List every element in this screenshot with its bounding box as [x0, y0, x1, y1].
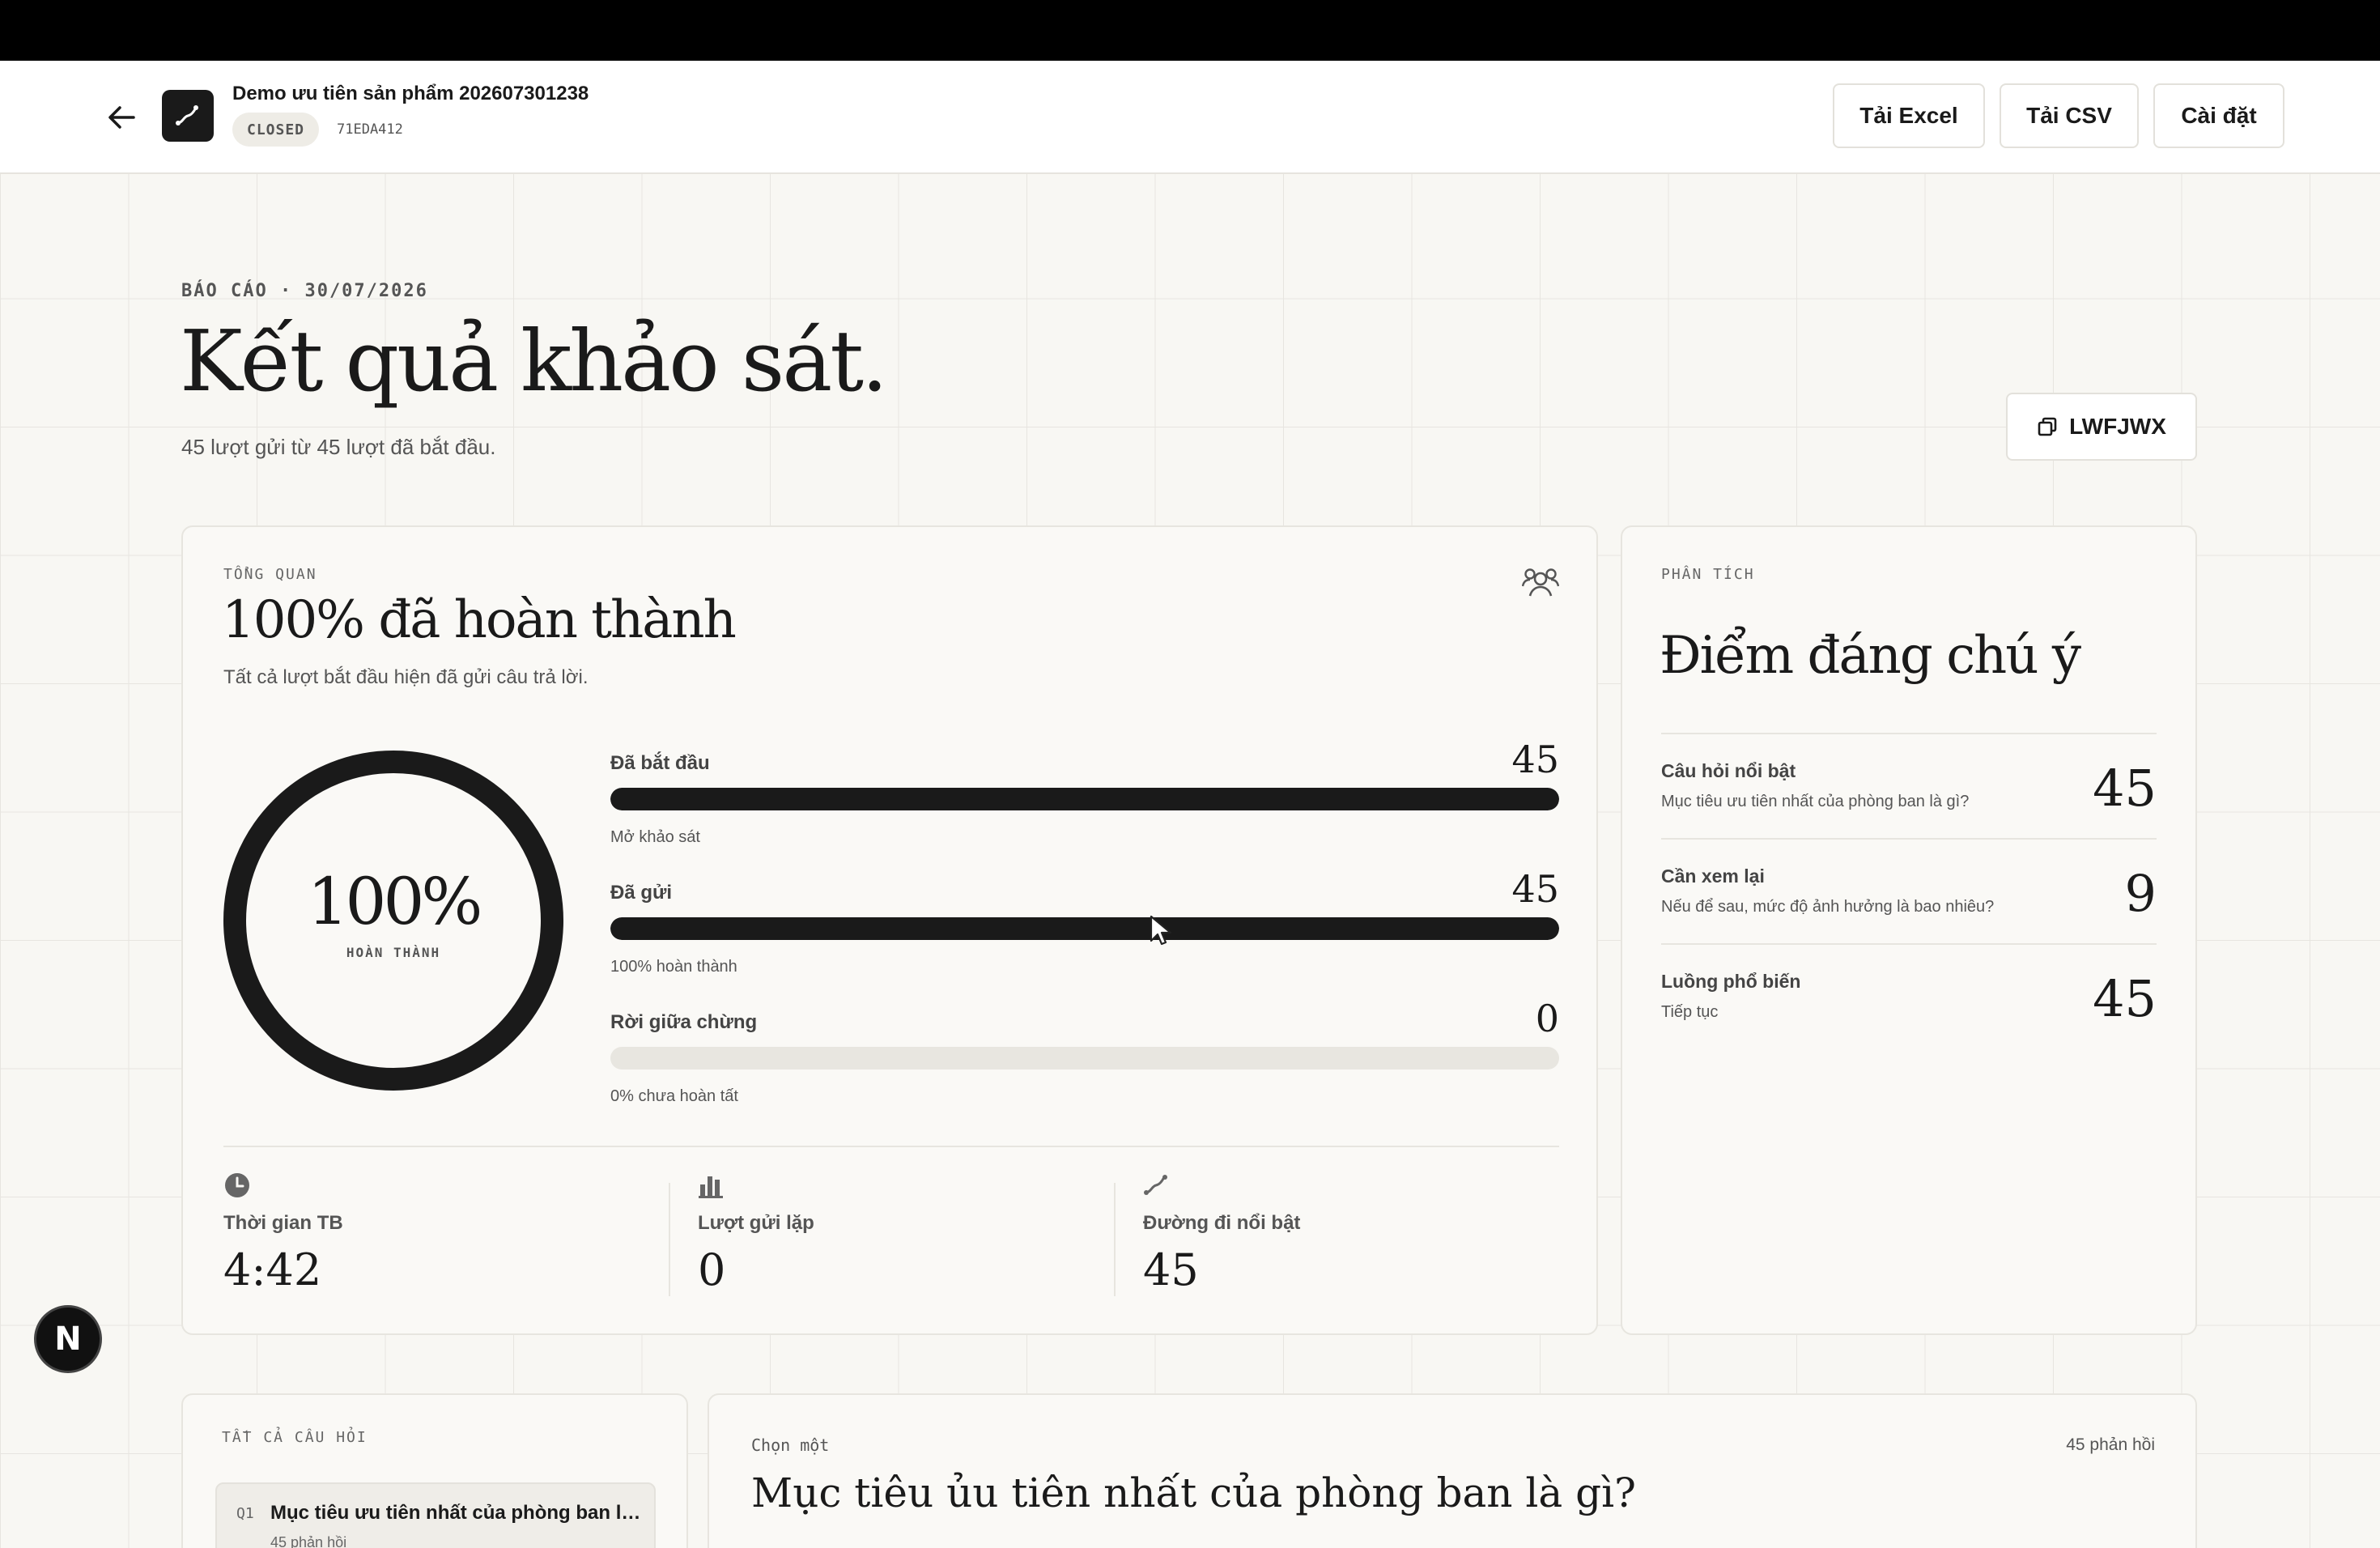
- metric-label: Đã gửi: [610, 882, 673, 904]
- insight-description: Nếu để sau, mức độ ảnh hưởng là bao nhiê…: [1661, 898, 1995, 916]
- question-item[interactable]: Q1 Mục tiêu ưu tiên nhất của phòng ban l…: [215, 1482, 656, 1548]
- question-detail-card: Chọn một 45 phản hồi Mục tiêu ủu tiên nh…: [708, 1393, 2197, 1548]
- analysis-label: PHÂN TÍCH: [1661, 566, 1755, 583]
- report-eyebrow: BÁO CÁO · 30/07/2026: [181, 281, 428, 301]
- route-icon: [1144, 1175, 1167, 1195]
- metric-value: 45: [1511, 867, 1559, 911]
- progress-fill: [610, 788, 1559, 810]
- overview-description: Tất cả lượt bắt đầu hiện đã gửi câu trả …: [223, 666, 589, 688]
- arrow-left-icon: [108, 106, 135, 129]
- download-csv-button[interactable]: Tải CSV: [2000, 83, 2139, 148]
- overview-card: TỔNG QUAN 100% đã hoàn thành Tất cả lượt…: [181, 525, 1598, 1335]
- copy-code-button[interactable]: LWFJWX: [2006, 393, 2197, 461]
- insight-description: Mục tiêu ưu tiên nhất của phòng ban là g…: [1661, 793, 1970, 810]
- users-icon: [1521, 566, 1560, 602]
- donut-value: 100%: [307, 864, 483, 939]
- metric-note: 100% hoàn thành: [610, 958, 737, 976]
- question-text: Mục tiêu ưu tiên nhất của phòng ban là g…: [270, 1502, 643, 1524]
- download-excel-button[interactable]: Tải Excel: [1833, 83, 1985, 148]
- question-number: Q1: [236, 1505, 254, 1522]
- insight-item[interactable]: Câu hỏi nổi bật Mục tiêu ưu tiên nhất củ…: [1661, 733, 2157, 838]
- insight-item[interactable]: Luồng phổ biến Tiếp tục 45: [1661, 943, 2157, 1048]
- divider: [223, 1146, 1559, 1147]
- analysis-card: PHÂN TÍCH Điểm đáng chú ý Câu hỏi nổi bậ…: [1621, 525, 2197, 1335]
- system-top-bar: [0, 0, 2380, 61]
- bar-chart-icon: [699, 1176, 723, 1198]
- stat-label: Lượt gửi lặp: [698, 1212, 814, 1234]
- questions-label: TẤT CẢ CÂU HỎI: [222, 1429, 368, 1446]
- insight-value: 45: [2093, 759, 2157, 818]
- question-title: Mục tiêu ủu tiên nhất của phòng ban là g…: [751, 1469, 1636, 1516]
- response-count: 45 phản hồi: [2066, 1435, 2155, 1454]
- dev-tools-badge[interactable]: N: [34, 1305, 102, 1373]
- survey-code: LWFJWX: [2069, 414, 2166, 439]
- insight-value: 45: [2093, 969, 2157, 1028]
- page-subtitle: 45 lượt gửi từ 45 lượt đã bắt đầu.: [181, 435, 496, 459]
- report-main: BÁO CÁO · 30/07/2026 Kết quả khảo sát. 4…: [0, 174, 2380, 1548]
- metric-value: 45: [1511, 738, 1559, 781]
- metric-note: Mở khảo sát: [610, 828, 700, 846]
- copy-icon: [2038, 417, 2057, 436]
- overview-label: TỔNG QUAN: [223, 566, 317, 583]
- divider: [1114, 1183, 1116, 1296]
- progress-fill: [610, 917, 1559, 940]
- overview-title: 100% đã hoàn thành: [222, 590, 737, 650]
- divider: [669, 1183, 670, 1296]
- insight-value: 9: [2124, 864, 2157, 923]
- metric-value: 0: [1535, 997, 1559, 1040]
- insight-title: Luồng phổ biến: [1661, 971, 1801, 992]
- route-icon: [176, 105, 198, 125]
- stat-value: 0: [698, 1244, 726, 1295]
- stat-label: Thời gian TB: [223, 1212, 343, 1234]
- survey-title: Demo ưu tiên sản phẩm 202607301238: [232, 83, 589, 104]
- metric-label: Rời giữa chừng: [610, 1011, 758, 1033]
- completion-donut: 100% HOÀN THÀNH: [223, 751, 563, 1091]
- metric-label: Đã bắt đầu: [610, 752, 710, 774]
- metric-note: 0% chưa hoàn tất: [610, 1087, 738, 1105]
- stat-value: 45: [1143, 1244, 1199, 1295]
- page-title: Kết quả khảo sát.: [180, 312, 888, 410]
- donut-label: HOÀN THÀNH: [346, 945, 441, 960]
- app-header: Demo ưu tiên sản phẩm 202607301238 CLOSE…: [0, 61, 2380, 174]
- question-response-count: 45 phản hồi: [270, 1534, 347, 1548]
- survey-id: 71EDA412: [337, 121, 403, 138]
- questions-card: TẤT CẢ CÂU HỎI Q1 Mục tiêu ưu tiên nhất …: [181, 1393, 688, 1548]
- progress-track: [610, 917, 1559, 940]
- status-badge: CLOSED: [232, 113, 320, 147]
- analysis-title: Điểm đáng chú ý: [1660, 626, 2081, 686]
- insight-item[interactable]: Cần xem lại Nếu để sau, mức độ ảnh hưởng…: [1661, 838, 2157, 943]
- question-type: Chọn một: [751, 1435, 830, 1455]
- progress-track: [610, 1047, 1559, 1070]
- app-logo: [162, 90, 214, 142]
- stat-value: 4:42: [223, 1244, 322, 1295]
- mouse-cursor-icon: [1150, 915, 1172, 946]
- clock-icon: [225, 1173, 249, 1197]
- insight-title: Câu hỏi nổi bật: [1661, 760, 1796, 781]
- insight-description: Tiếp tục: [1661, 1003, 1719, 1021]
- stat-label: Đường đi nổi bật: [1143, 1212, 1301, 1234]
- back-button[interactable]: [102, 98, 141, 137]
- settings-button[interactable]: Cài đặt: [2153, 83, 2284, 148]
- progress-track: [610, 788, 1559, 810]
- insight-title: Cần xem lại: [1661, 865, 1765, 887]
